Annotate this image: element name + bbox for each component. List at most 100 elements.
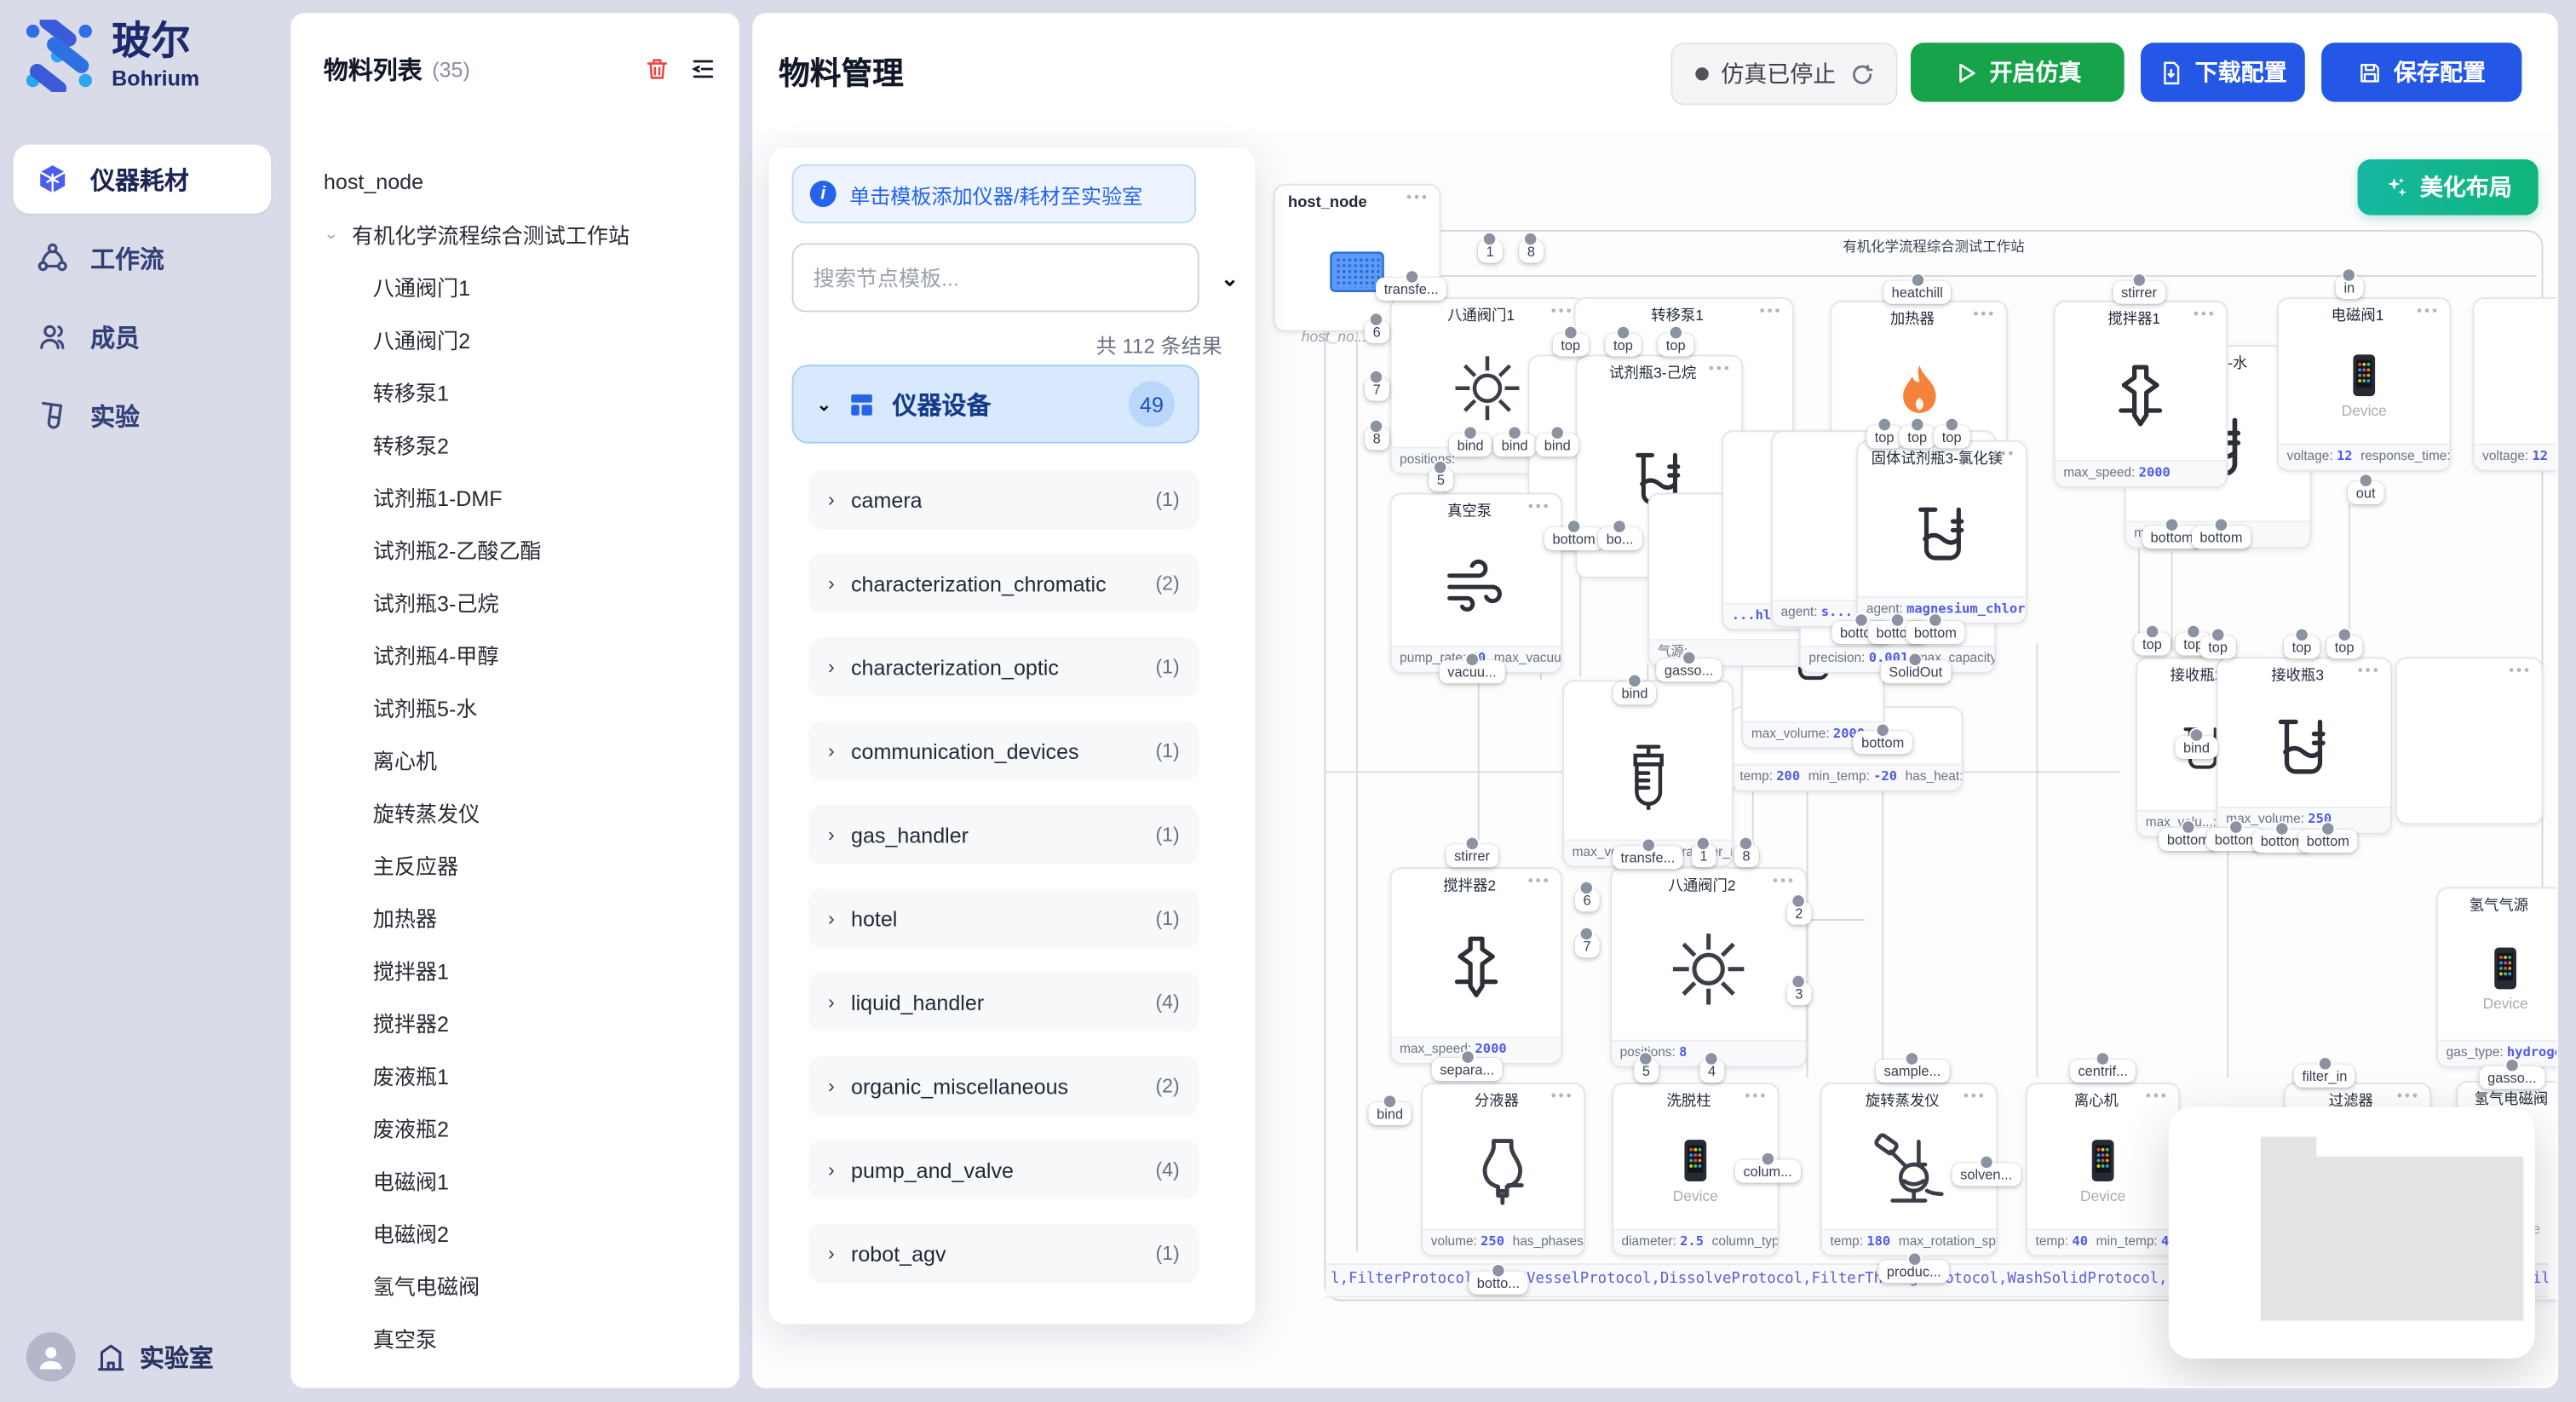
template-group-row[interactable]: ›communication_devices(1) bbox=[808, 721, 1199, 780]
port-label[interactable]: heatchill bbox=[1883, 281, 1951, 304]
port-label[interactable]: in bbox=[2336, 276, 2363, 299]
port-label[interactable]: bottom bbox=[1906, 621, 1964, 644]
download-config-button[interactable]: 下载配置 bbox=[2141, 43, 2305, 101]
port-label[interactable]: stirrer bbox=[2113, 281, 2165, 304]
template-group-row[interactable]: ›camera(1) bbox=[808, 470, 1199, 529]
canvas-node[interactable]: 电磁阀1•••Devicevoltage: 12response_time: 0… bbox=[2277, 297, 2451, 471]
port-label[interactable]: bind bbox=[1368, 1102, 1411, 1125]
tree-item[interactable]: 旋转蒸发仪 bbox=[290, 785, 739, 838]
port-label[interactable]: 4 bbox=[1699, 1060, 1723, 1083]
port-label[interactable]: top bbox=[1605, 334, 1641, 357]
port-label[interactable]: solven... bbox=[1952, 1163, 2021, 1186]
tree-item[interactable]: 氢气电磁阀 bbox=[290, 1258, 739, 1311]
port-label[interactable]: bind bbox=[1449, 434, 1492, 457]
port-label[interactable]: gasso... bbox=[1656, 658, 1722, 681]
port-label[interactable]: bind bbox=[1536, 434, 1578, 457]
port-label[interactable]: top bbox=[1553, 334, 1589, 357]
tree-item[interactable]: 电磁阀1 bbox=[290, 1153, 739, 1206]
node-menu-icon[interactable]: ••• bbox=[1551, 1088, 1574, 1104]
canvas-node[interactable]: 搅拌器1•••max_speed: 2000 bbox=[2054, 301, 2228, 488]
port-label[interactable]: filter_in bbox=[2294, 1065, 2355, 1088]
port-label[interactable]: 1 bbox=[1478, 240, 1502, 263]
node-menu-icon[interactable]: ••• bbox=[1992, 445, 2015, 462]
port-label[interactable]: stirrer bbox=[1446, 844, 1498, 867]
port-label[interactable]: top bbox=[2134, 633, 2170, 656]
port-label[interactable]: top bbox=[2326, 635, 2362, 658]
node-menu-icon[interactable]: ••• bbox=[1709, 359, 1732, 376]
port-label[interactable]: top bbox=[1866, 426, 1902, 449]
canvas-node[interactable]: ••• bbox=[2395, 657, 2544, 825]
template-group-row[interactable]: ›robot_agv(1) bbox=[808, 1224, 1199, 1283]
node-menu-icon[interactable]: ••• bbox=[1760, 302, 1783, 319]
avatar[interactable] bbox=[26, 1332, 76, 1382]
template-group-row[interactable]: ›gas_handler(1) bbox=[808, 805, 1199, 864]
node-menu-icon[interactable]: ••• bbox=[1406, 189, 1429, 205]
port-label[interactable]: bottom bbox=[2298, 830, 2357, 853]
tree-item[interactable]: 主反应器 bbox=[290, 838, 739, 891]
port-label[interactable]: bind bbox=[1613, 681, 1656, 704]
canvas-node[interactable]: 固体试剂瓶3-氯化镁•••agent: magnesium_chloride bbox=[1856, 440, 2027, 624]
node-menu-icon[interactable]: ••• bbox=[1551, 302, 1574, 319]
tree-item[interactable]: 试剂瓶4-甲醇 bbox=[290, 628, 739, 681]
port-label[interactable]: top bbox=[1658, 334, 1693, 357]
port-label[interactable]: produc... bbox=[1878, 1260, 1949, 1283]
port-label[interactable]: 8 bbox=[1734, 844, 1758, 867]
port-label[interactable]: 8 bbox=[1365, 427, 1389, 450]
beautify-layout-button[interactable]: 美化布局 bbox=[2358, 159, 2539, 215]
tree-item[interactable]: 搅拌器2 bbox=[290, 996, 739, 1049]
port-label[interactable]: bottom bbox=[1853, 731, 1912, 754]
canvas-node[interactable]: 氢气气源Devicegas_type: hydrogenmax_pre: bbox=[2436, 887, 2556, 1067]
port-label[interactable]: transfe... bbox=[1376, 278, 1446, 301]
tree-item[interactable]: 转移泵2 bbox=[290, 417, 739, 470]
port-label[interactable]: top bbox=[2284, 635, 2320, 658]
tree-item[interactable]: 试剂瓶2-乙酸乙酯 bbox=[290, 522, 739, 575]
port-label[interactable]: bottom bbox=[2192, 526, 2251, 549]
canvas-node[interactable]: 真空泵•••pump_rate: 50max_vacuum: 0.1 bbox=[1390, 493, 1563, 674]
tree-item[interactable]: 八通阀门2 bbox=[290, 312, 739, 365]
node-menu-icon[interactable]: ••• bbox=[2397, 1088, 2420, 1104]
chevron-down-icon[interactable]: ⌄ bbox=[324, 225, 339, 242]
category-instruments[interactable]: ⌄ 仪器设备 49 bbox=[792, 365, 1199, 444]
port-label[interactable]: out bbox=[2348, 481, 2383, 504]
tree-item[interactable]: 试剂瓶1-DMF bbox=[290, 470, 739, 523]
tree-item[interactable]: 电磁阀2 bbox=[290, 1206, 739, 1259]
refresh-icon[interactable] bbox=[1849, 61, 1874, 86]
node-menu-icon[interactable]: ••• bbox=[1964, 1088, 1987, 1104]
port-label[interactable]: centrif... bbox=[2070, 1060, 2136, 1083]
port-label[interactable]: top bbox=[1934, 426, 1969, 449]
port-label[interactable]: 5 bbox=[1429, 468, 1452, 491]
tree-item[interactable]: 八通阀门1 bbox=[290, 260, 739, 313]
port-label[interactable]: 2 bbox=[1787, 902, 1811, 925]
node-menu-icon[interactable]: ••• bbox=[1528, 872, 1551, 888]
collapse-list-icon[interactable] bbox=[690, 56, 716, 83]
start-simulation-button[interactable]: 开启仿真 bbox=[1911, 43, 2125, 101]
port-label[interactable]: vacuu... bbox=[1440, 660, 1505, 683]
sidebar-item-workflow[interactable]: 工作流 bbox=[13, 223, 271, 292]
chevron-collapse-icon[interactable]: ⌄ bbox=[1221, 266, 1239, 292]
node-menu-icon[interactable]: ••• bbox=[2509, 662, 2532, 678]
node-menu-icon[interactable]: ••• bbox=[1973, 306, 1996, 322]
save-config-button[interactable]: 保存配置 bbox=[2321, 43, 2521, 101]
template-group-row[interactable]: ›liquid_handler(4) bbox=[808, 973, 1199, 1031]
port-label[interactable]: 6 bbox=[1365, 320, 1389, 343]
port-label[interactable]: bo... bbox=[1598, 527, 1642, 550]
node-menu-icon[interactable]: ••• bbox=[1528, 497, 1551, 514]
tree-item[interactable]: 试剂瓶3-己烷 bbox=[290, 575, 739, 628]
port-label[interactable]: 8 bbox=[1519, 240, 1543, 263]
tree-item[interactable]: 试剂瓶5-水 bbox=[290, 680, 739, 733]
port-label[interactable]: bind bbox=[2175, 736, 2217, 759]
canvas-node[interactable]: 搅拌器2•••max_speed: 2000 bbox=[1390, 867, 1563, 1064]
template-group-row[interactable]: ›pump_and_valve(4) bbox=[808, 1140, 1199, 1198]
node-menu-icon[interactable]: ••• bbox=[1773, 872, 1796, 888]
tree-item-workstation[interactable]: ⌄ 有机化学流程综合测试工作站 bbox=[290, 207, 739, 260]
port-label[interactable]: 1 bbox=[1692, 844, 1716, 867]
template-group-row[interactable]: ›hotel(1) bbox=[808, 888, 1199, 947]
template-group-row[interactable]: ›characterization_optic(1) bbox=[808, 637, 1199, 696]
canvas-node[interactable]: voltage: 12 bbox=[2473, 297, 2556, 471]
node-menu-icon[interactable]: ••• bbox=[2146, 1088, 2169, 1104]
port-label[interactable]: gasso... bbox=[2479, 1066, 2544, 1089]
sidebar-item-members[interactable]: 成员 bbox=[13, 302, 271, 371]
node-menu-icon[interactable]: ••• bbox=[2194, 306, 2217, 322]
node-menu-icon[interactable]: ••• bbox=[2358, 662, 2381, 678]
port-label[interactable]: separa... bbox=[1432, 1058, 1503, 1081]
